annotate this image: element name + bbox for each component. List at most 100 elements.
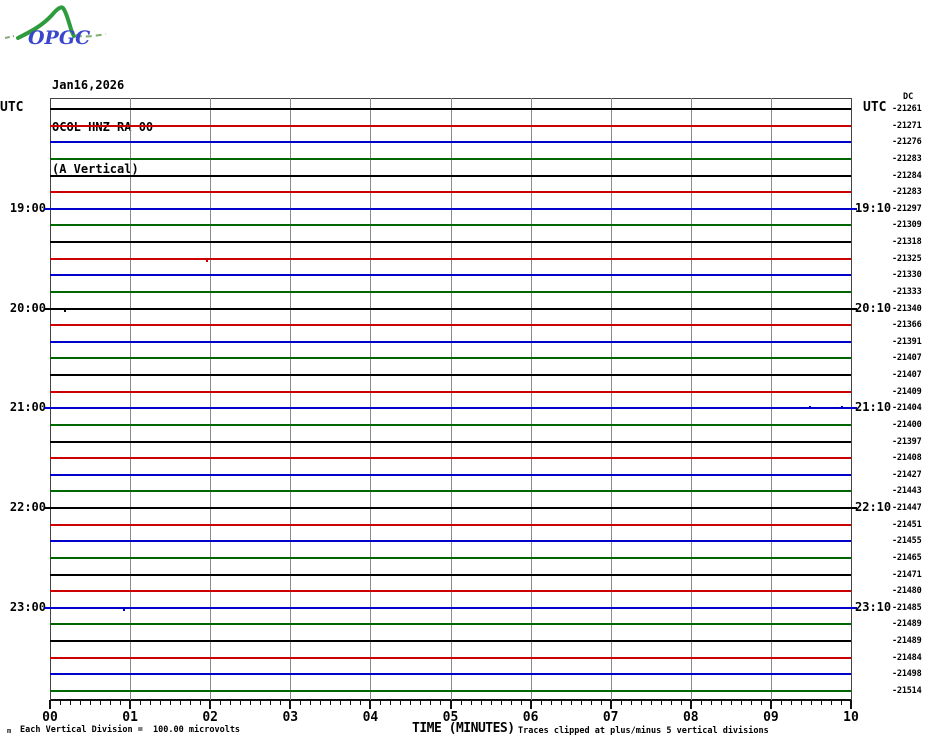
trace-line — [50, 473, 851, 476]
dc-value: -21451 — [892, 519, 922, 530]
x-minor-tick — [460, 700, 462, 705]
x-minor-tick — [550, 700, 552, 705]
right-hour-label: 23:10 — [855, 599, 892, 614]
x-minor-tick — [430, 700, 432, 705]
right-hour-tick — [851, 606, 857, 609]
x-minor-tick — [590, 700, 592, 705]
x-minor-tick — [480, 700, 482, 705]
trace-line — [50, 623, 851, 626]
dc-value: -21283 — [892, 187, 922, 198]
dc-value: -21409 — [892, 386, 922, 397]
x-minor-tick — [400, 700, 402, 705]
trace-blip — [809, 405, 812, 408]
x-minor-tick — [110, 700, 112, 705]
x-minor-tick — [570, 700, 572, 705]
trace-line — [50, 191, 851, 194]
trace-blip — [841, 405, 844, 408]
x-minor-tick — [80, 700, 82, 705]
minute-gridline — [370, 98, 372, 700]
x-minor-tick — [640, 700, 642, 705]
x-major-tick — [769, 700, 772, 709]
x-minor-tick — [360, 700, 362, 705]
x-minor-tick — [580, 700, 582, 705]
x-minor-tick — [650, 700, 652, 705]
x-minor-tick — [710, 700, 712, 705]
x-minor-tick — [790, 700, 792, 705]
x-minor-tick — [490, 700, 492, 705]
x-tick-label: 01 — [122, 710, 138, 725]
dc-value: -21489 — [892, 619, 922, 630]
x-minor-tick — [520, 700, 522, 705]
left-hour-tick — [44, 307, 50, 310]
x-tick-label: 09 — [763, 710, 779, 725]
trace-line — [50, 340, 851, 343]
x-major-tick — [289, 700, 292, 709]
left-hour-label: 22:00 — [9, 500, 46, 515]
left-hour-label: 23:00 — [9, 599, 46, 614]
trace-line — [50, 590, 851, 593]
trace-line — [50, 440, 851, 443]
x-minor-tick — [190, 700, 192, 705]
x-major-tick — [609, 700, 612, 709]
x-tick-label: 07 — [602, 710, 619, 725]
trace-line — [50, 690, 851, 692]
x-minor-tick — [840, 700, 842, 705]
trace-line — [50, 423, 851, 426]
trace-line — [50, 307, 851, 310]
trace-line — [50, 390, 851, 393]
x-minor-tick — [660, 700, 662, 705]
minute-gridline — [690, 98, 692, 700]
x-major-tick — [850, 700, 852, 709]
x-major-tick — [449, 700, 452, 709]
corner-mark: m — [7, 727, 12, 735]
minute-gridline — [530, 98, 532, 700]
dc-value: -21309 — [892, 220, 922, 231]
trace-line — [50, 523, 851, 526]
helicorder-page: OPGC Jan16,2026 OCOL HNZ RA 00 (A Vertic… — [0, 0, 930, 744]
x-tick-label: 04 — [362, 710, 379, 725]
dc-value: -21485 — [892, 602, 922, 613]
x-minor-tick — [140, 700, 142, 705]
trace-line — [50, 556, 851, 559]
right-hour-tick — [851, 207, 857, 210]
trace-line — [50, 324, 851, 327]
trace-line — [50, 640, 851, 643]
x-minor-tick — [250, 700, 252, 705]
logo-dash-left — [4, 35, 15, 39]
x-tick-label: 06 — [522, 710, 539, 725]
trace-line — [50, 457, 851, 460]
left-hour-tick — [44, 507, 50, 510]
trace-line — [50, 224, 851, 227]
dc-value: -21318 — [892, 237, 922, 248]
trace-line — [50, 374, 851, 377]
plot-border-right — [851, 98, 852, 701]
x-axis-title: TIME (MINUTES) — [412, 721, 515, 736]
dc-value: -21397 — [892, 436, 922, 447]
x-minor-tick — [70, 700, 72, 705]
trace-line — [50, 207, 851, 210]
x-minor-tick — [540, 700, 542, 705]
dc-value: -21465 — [892, 552, 922, 563]
x-minor-tick — [200, 700, 202, 705]
dc-value: -21443 — [892, 486, 922, 497]
x-minor-tick — [180, 700, 182, 705]
x-minor-tick — [620, 700, 622, 705]
dc-value: -21408 — [892, 453, 922, 464]
dc-value: -21427 — [892, 469, 922, 480]
trace-line — [50, 656, 851, 659]
x-minor-tick — [730, 700, 732, 705]
trace-line — [50, 573, 851, 576]
x-minor-tick — [500, 700, 502, 705]
trace-line — [50, 241, 851, 244]
x-minor-tick — [700, 700, 702, 705]
dc-value: -21407 — [892, 370, 922, 381]
right-hour-label: 20:10 — [855, 300, 892, 315]
right-hour-label: 19:10 — [855, 200, 892, 215]
x-minor-tick — [630, 700, 632, 705]
trace-blip — [64, 310, 67, 313]
title-date: Jan16,2026 — [52, 78, 125, 92]
dc-value: -21283 — [892, 153, 922, 164]
left-hour-tick — [44, 407, 50, 410]
dc-value: -21514 — [892, 686, 922, 696]
x-minor-tick — [670, 700, 672, 705]
